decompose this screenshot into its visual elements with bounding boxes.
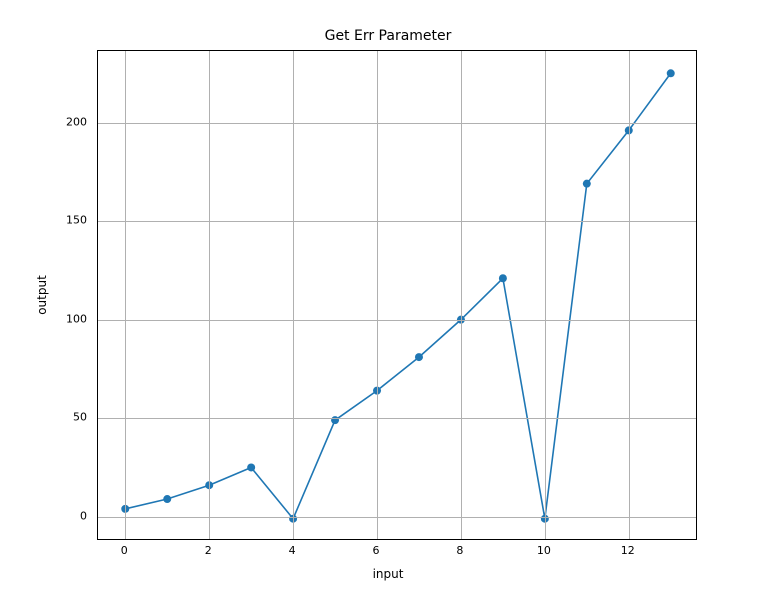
x-axis-label: input <box>0 567 776 581</box>
grid-line-v <box>125 51 126 539</box>
x-tick-label: 10 <box>537 544 551 557</box>
plot-svg <box>98 51 698 541</box>
data-marker <box>415 353 423 361</box>
x-tick-label: 6 <box>373 544 380 557</box>
grid-line-v <box>377 51 378 539</box>
y-tick-label: 0 <box>59 509 87 522</box>
chart-title: Get Err Parameter <box>0 28 776 44</box>
data-marker <box>499 274 507 282</box>
y-tick-label: 150 <box>59 214 87 227</box>
x-tick-label: 0 <box>121 544 128 557</box>
x-tick-label: 12 <box>621 544 635 557</box>
data-marker <box>583 180 591 188</box>
grid-line-v <box>209 51 210 539</box>
grid-line-v <box>293 51 294 539</box>
grid-line-h <box>98 123 696 124</box>
grid-line-v <box>629 51 630 539</box>
data-marker <box>247 463 255 471</box>
grid-line-v <box>545 51 546 539</box>
grid-line-h <box>98 320 696 321</box>
y-tick-label: 50 <box>59 411 87 424</box>
data-marker <box>667 69 675 77</box>
x-tick-label: 2 <box>205 544 212 557</box>
y-tick-label: 100 <box>59 312 87 325</box>
grid-line-v <box>461 51 462 539</box>
x-tick-label: 4 <box>289 544 296 557</box>
grid-line-h <box>98 221 696 222</box>
x-tick-label: 8 <box>456 544 463 557</box>
y-axis-label: output <box>35 275 49 315</box>
y-tick-label: 200 <box>59 115 87 128</box>
data-line <box>125 73 670 518</box>
data-marker <box>163 495 171 503</box>
grid-line-h <box>98 418 696 419</box>
grid-line-h <box>98 517 696 518</box>
chart-container: Get Err Parameter input output 0 2 4 6 8 10 12… <box>0 0 776 608</box>
plot-area <box>97 50 697 540</box>
